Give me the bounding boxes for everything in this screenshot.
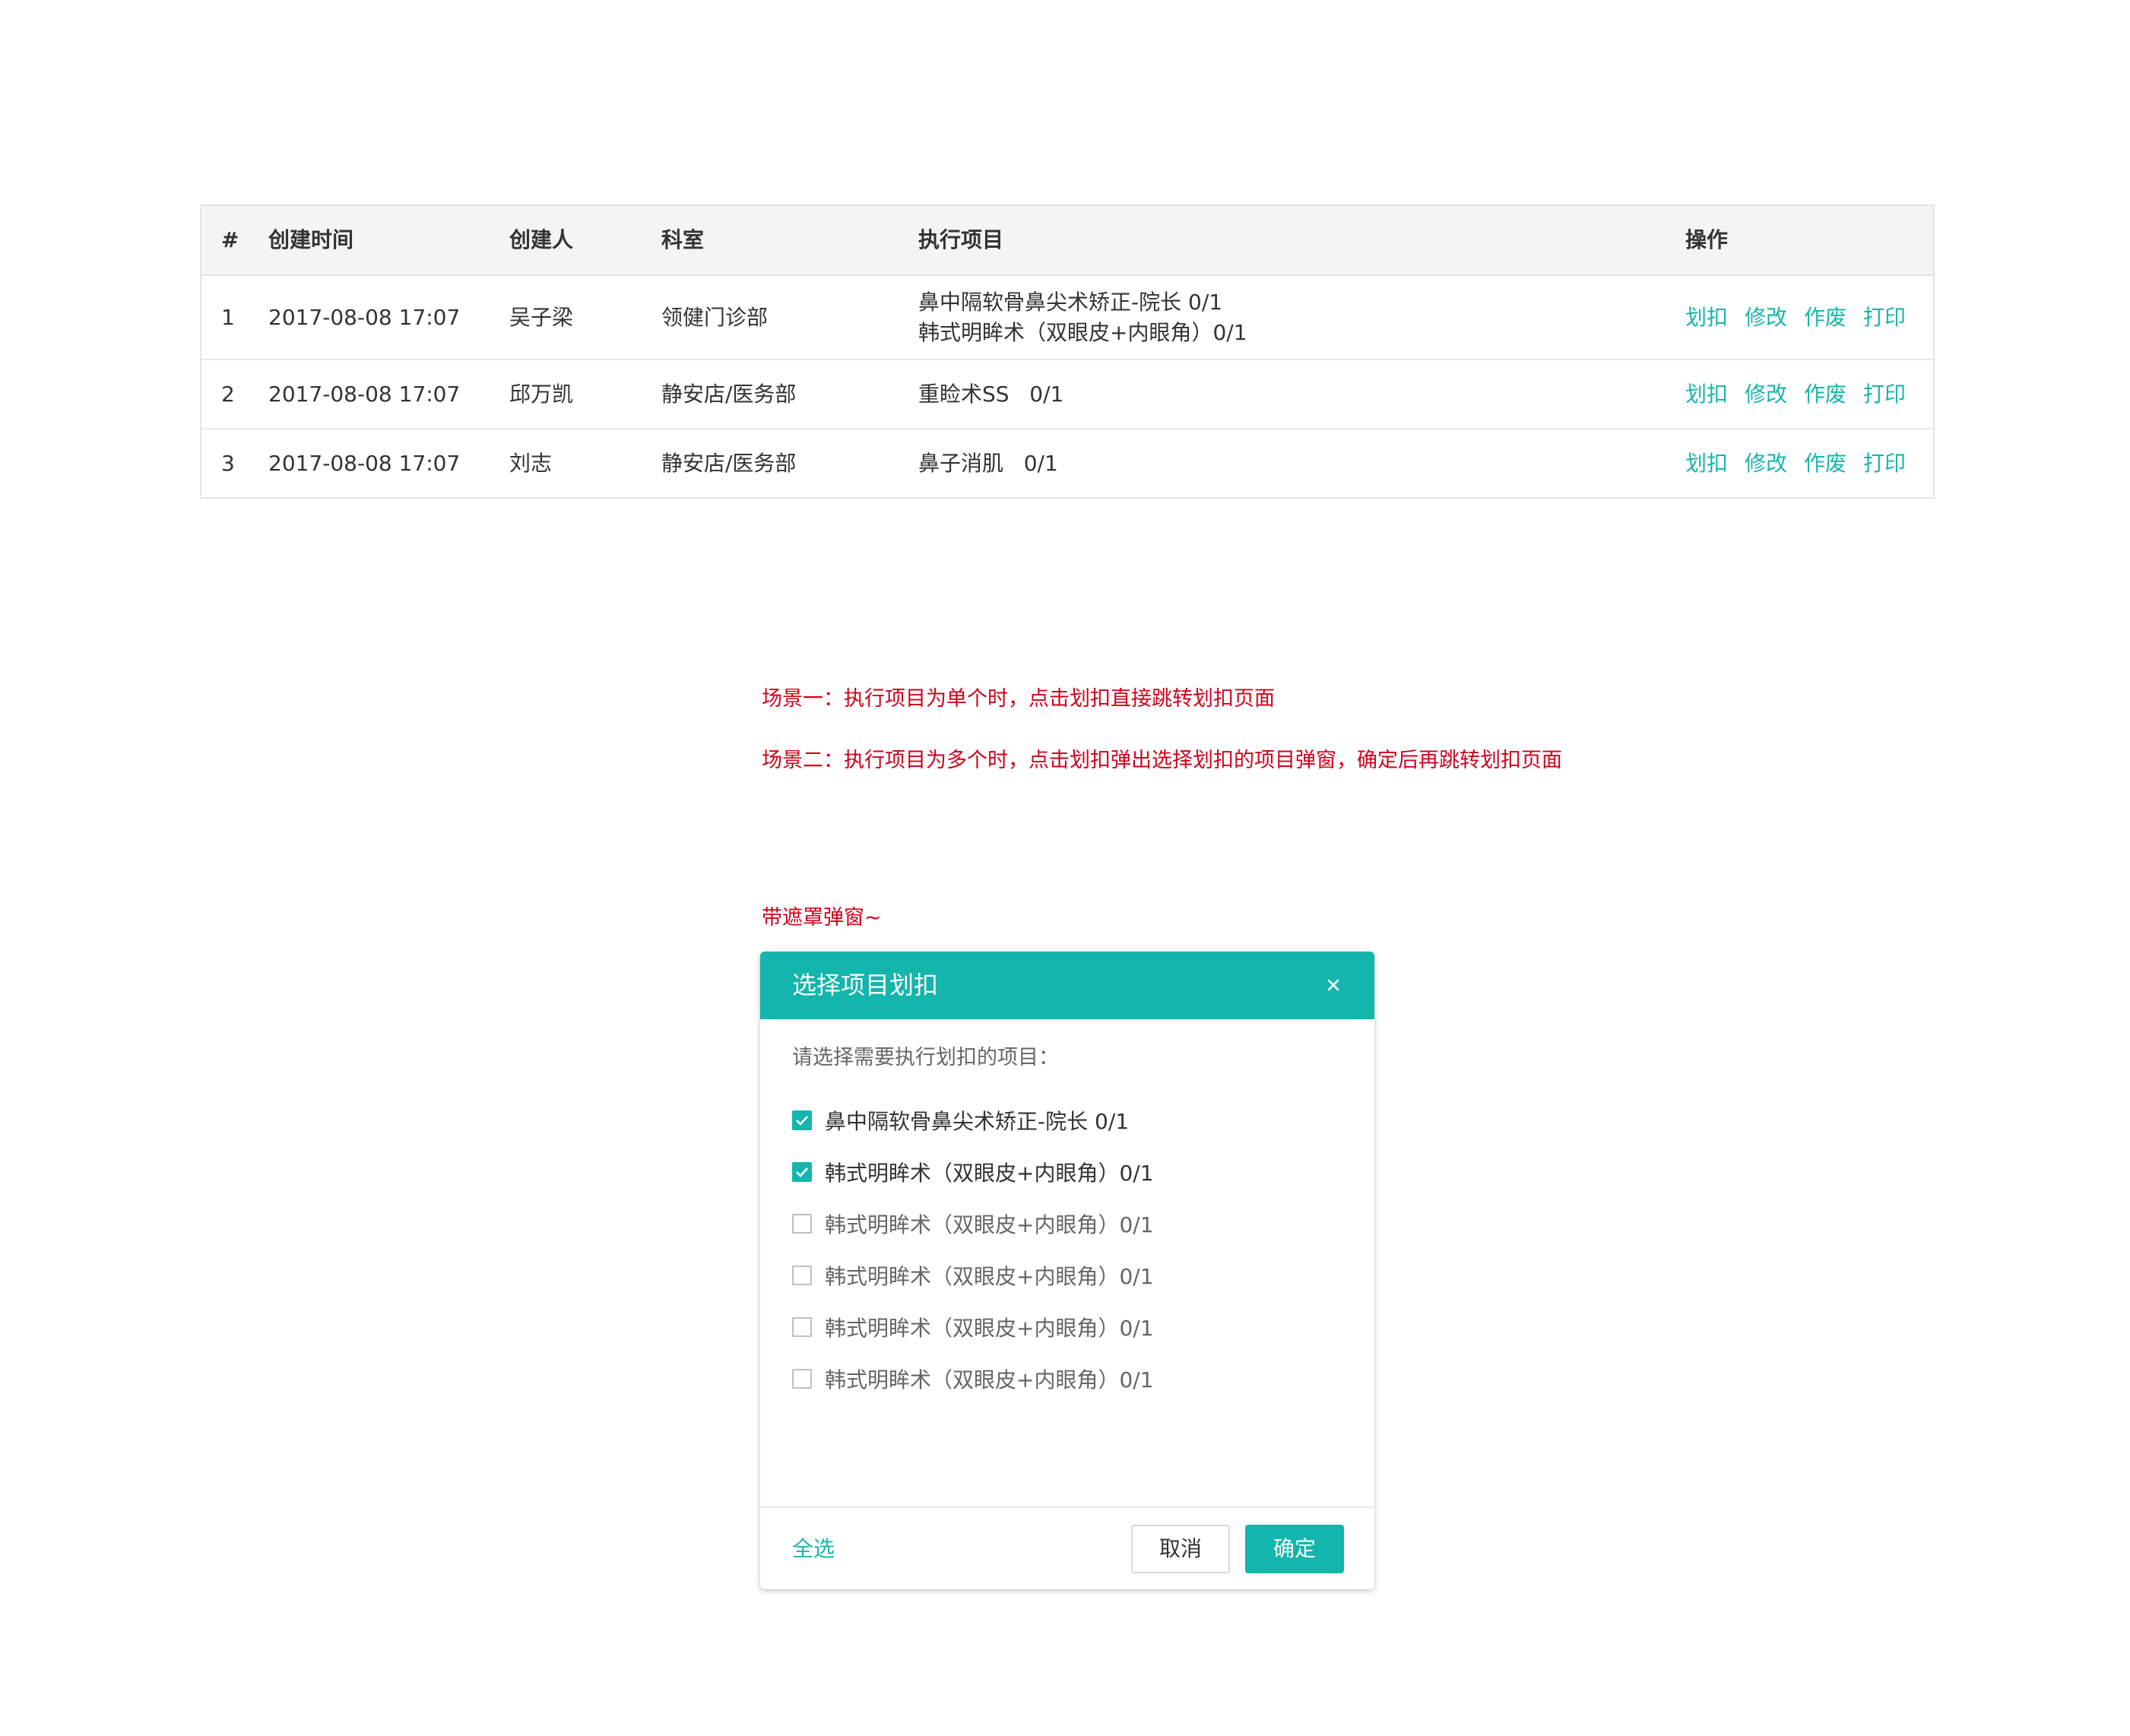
row-index: 3	[221, 450, 235, 476]
checkbox-unchecked[interactable]	[792, 1369, 812, 1389]
checkbox-checked[interactable]	[792, 1162, 812, 1182]
header-index: #	[221, 227, 239, 252]
row-operations: 划扣 修改 作废 打印	[1685, 276, 1906, 359]
row-created-time: 2017-08-08 17:07	[268, 304, 461, 330]
item-checkbox-option[interactable]: 韩式明眸术（双眼皮+内眼角）0/1	[792, 1260, 1154, 1291]
dialog-title: 选择项目划扣	[792, 971, 939, 999]
option-label: 韩式明眸术（双眼皮+内眼角）0/1	[825, 1264, 1154, 1289]
item-checkbox-option[interactable]: 韩式明眸术（双眼皮+内眼角）0/1	[792, 1209, 1154, 1239]
dialog-header: 选择项目划扣	[760, 952, 1374, 1019]
row-created-time: 2017-08-08 17:07	[268, 450, 461, 476]
row-creator: 吴子梁	[509, 304, 574, 330]
header-created-time: 创建时间	[268, 227, 354, 252]
checkbox-unchecked[interactable]	[792, 1317, 812, 1337]
row-items: 鼻子消肌 0/1	[918, 429, 1058, 497]
row-creator: 邱万凯	[509, 381, 574, 407]
deduct-link[interactable]: 划扣	[1685, 379, 1728, 410]
print-link[interactable]: 打印	[1863, 379, 1906, 410]
select-items-dialog: 选择项目划扣 请选择需要执行划扣的项目： 鼻中隔软骨鼻尖术矫正-院长 0/1 韩…	[760, 952, 1374, 1589]
checkbox-unchecked[interactable]	[792, 1214, 812, 1234]
void-link[interactable]: 作废	[1804, 448, 1846, 479]
option-label: 韩式明眸术（双眼皮+内眼角）0/1	[825, 1367, 1154, 1392]
item-checkbox-option[interactable]: 鼻中隔软骨鼻尖术矫正-院长 0/1	[792, 1105, 1129, 1136]
records-table: # 创建时间 创建人 科室 执行项目 操作 1 2017-08-08 17:07…	[200, 204, 1935, 499]
print-link[interactable]: 打印	[1863, 303, 1906, 333]
table-row: 3 2017-08-08 17:07 刘志 静安店/医务部 鼻子消肌 0/1 划…	[201, 429, 1933, 497]
header-department: 科室	[661, 227, 705, 252]
header-operations: 操作	[1685, 227, 1729, 252]
header-creator: 创建人	[509, 227, 574, 252]
row-creator: 刘志	[509, 450, 553, 476]
deduct-link[interactable]: 划扣	[1685, 448, 1728, 479]
item-checkbox-option[interactable]: 韩式明眸术（双眼皮+内眼角）0/1	[792, 1364, 1154, 1394]
option-label: 鼻中隔软骨鼻尖术矫正-院长 0/1	[825, 1109, 1130, 1134]
option-label: 韩式明眸术（双眼皮+内眼角）0/1	[825, 1316, 1154, 1341]
item-checkbox-option[interactable]: 韩式明眸术（双眼皮+内眼角）0/1	[792, 1312, 1154, 1342]
close-icon[interactable]	[1323, 974, 1344, 996]
row-operations: 划扣 修改 作废 打印	[1685, 360, 1906, 428]
table-header: # 创建时间 创建人 科室 执行项目 操作	[201, 206, 1933, 276]
edit-link[interactable]: 修改	[1745, 303, 1787, 333]
scenario-two-note: 场景二：执行项目为多个时，点击划扣弹出选择划扣的项目弹窗，确定后再跳转划扣页面	[762, 749, 1562, 772]
select-all-link[interactable]: 全选	[792, 1508, 835, 1589]
scenario-one-note: 场景一：执行项目为单个时，点击划扣直接跳转划扣页面	[762, 687, 1275, 711]
deduct-link[interactable]: 划扣	[1685, 303, 1728, 333]
edit-link[interactable]: 修改	[1745, 448, 1787, 479]
row-department: 领健门诊部	[661, 304, 769, 330]
modal-label-note: 带遮罩弹窗~	[762, 906, 882, 930]
row-item: 鼻中隔软骨鼻尖术矫正-院长 0/1	[918, 289, 1223, 315]
row-operations: 划扣 修改 作废 打印	[1685, 429, 1906, 497]
row-items: 重睑术SS 0/1	[918, 360, 1063, 428]
row-item: 鼻子消肌 0/1	[918, 450, 1058, 476]
print-link[interactable]: 打印	[1863, 448, 1906, 479]
row-department: 静安店/医务部	[661, 450, 797, 476]
item-checkbox-option[interactable]: 韩式明眸术（双眼皮+内眼角）0/1	[792, 1157, 1154, 1187]
void-link[interactable]: 作废	[1804, 379, 1846, 410]
dialog-prompt: 请选择需要执行划扣的项目：	[792, 1046, 1059, 1069]
void-link[interactable]: 作废	[1804, 303, 1846, 333]
row-department: 静安店/医务部	[661, 381, 797, 407]
checkbox-checked[interactable]	[792, 1110, 812, 1130]
edit-link[interactable]: 修改	[1745, 379, 1787, 410]
row-index: 2	[221, 381, 235, 407]
table-row: 2 2017-08-08 17:07 邱万凯 静安店/医务部 重睑术SS 0/1…	[201, 360, 1933, 429]
row-index: 1	[221, 304, 235, 330]
row-items: 鼻中隔软骨鼻尖术矫正-院长 0/1 韩式明眸术（双眼皮+内眼角）0/1	[918, 276, 1247, 359]
checkbox-unchecked[interactable]	[792, 1266, 812, 1285]
row-item: 韩式明眸术（双眼皮+内眼角）0/1	[918, 319, 1247, 345]
header-items: 执行项目	[918, 227, 1004, 252]
dialog-footer: 全选 取消 确定	[760, 1506, 1374, 1589]
confirm-button[interactable]: 确定	[1245, 1525, 1344, 1573]
option-label: 韩式明眸术（双眼皮+内眼角）0/1	[825, 1212, 1154, 1237]
option-label: 韩式明眸术（双眼皮+内眼角）0/1	[825, 1161, 1154, 1186]
cancel-button[interactable]: 取消	[1131, 1525, 1230, 1573]
row-created-time: 2017-08-08 17:07	[268, 381, 461, 407]
table-row: 1 2017-08-08 17:07 吴子梁 领健门诊部 鼻中隔软骨鼻尖术矫正-…	[201, 276, 1933, 360]
row-item: 重睑术SS 0/1	[918, 381, 1064, 407]
